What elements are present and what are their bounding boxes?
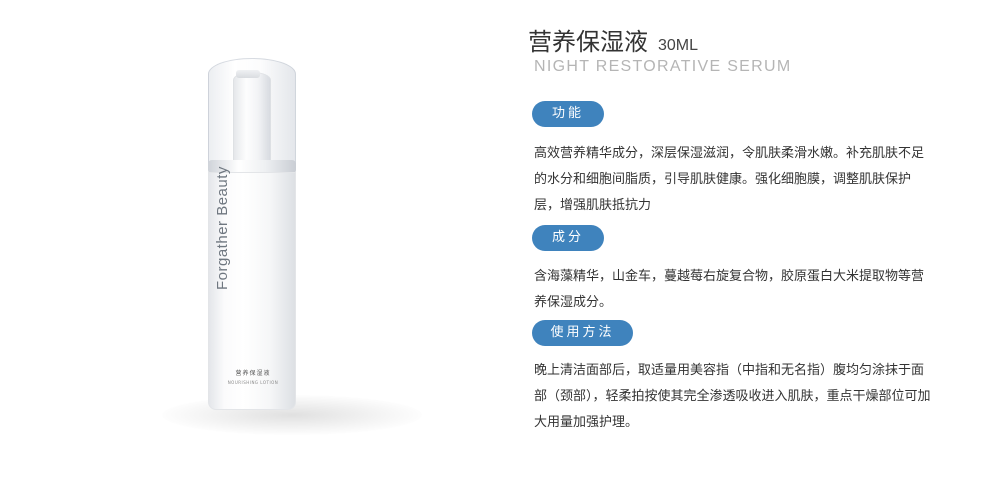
- product-image: Forgather Beauty 营养保湿液 NOURISHING LOTION: [140, 0, 440, 477]
- product-subtitle: NIGHT RESTORATIVE SERUM: [534, 58, 792, 75]
- bottle-cap: [208, 58, 296, 170]
- product-info: 营养保湿液 30ML NIGHT RESTORATIVE SERUM 功能 高效营…: [528, 0, 968, 477]
- bottle-brand-text: Forgather Beauty: [214, 166, 231, 290]
- section-text-usage: 晚上清洁面部后，取适量用美容指（中指和无名指）腹均匀涂抹于面部（颈部），轻柔拍按…: [534, 363, 931, 430]
- section-label-usage: 使用方法: [532, 320, 633, 346]
- bottle-label-en: NOURISHING LOTION: [227, 380, 279, 385]
- section-text-function: 高效营养精华成分，深层保湿滋润，令肌肤柔滑水嫩。补充肌肤不足的水分和细胞间脂质，…: [534, 146, 925, 213]
- section-label-function: 功能: [532, 101, 604, 127]
- title-row: 营养保湿液 30ML: [528, 22, 698, 57]
- product-volume: 30ML: [658, 37, 699, 54]
- section-label-ingredients: 成分: [532, 225, 604, 251]
- product-title: 营养保湿液: [528, 28, 648, 56]
- section-text-ingredients: 含海藻精华，山金车，蔓越莓右旋复合物，胶原蛋白大米提取物等营养保湿成分。: [534, 269, 925, 310]
- bottle-label-cn: 营养保湿液: [235, 370, 271, 377]
